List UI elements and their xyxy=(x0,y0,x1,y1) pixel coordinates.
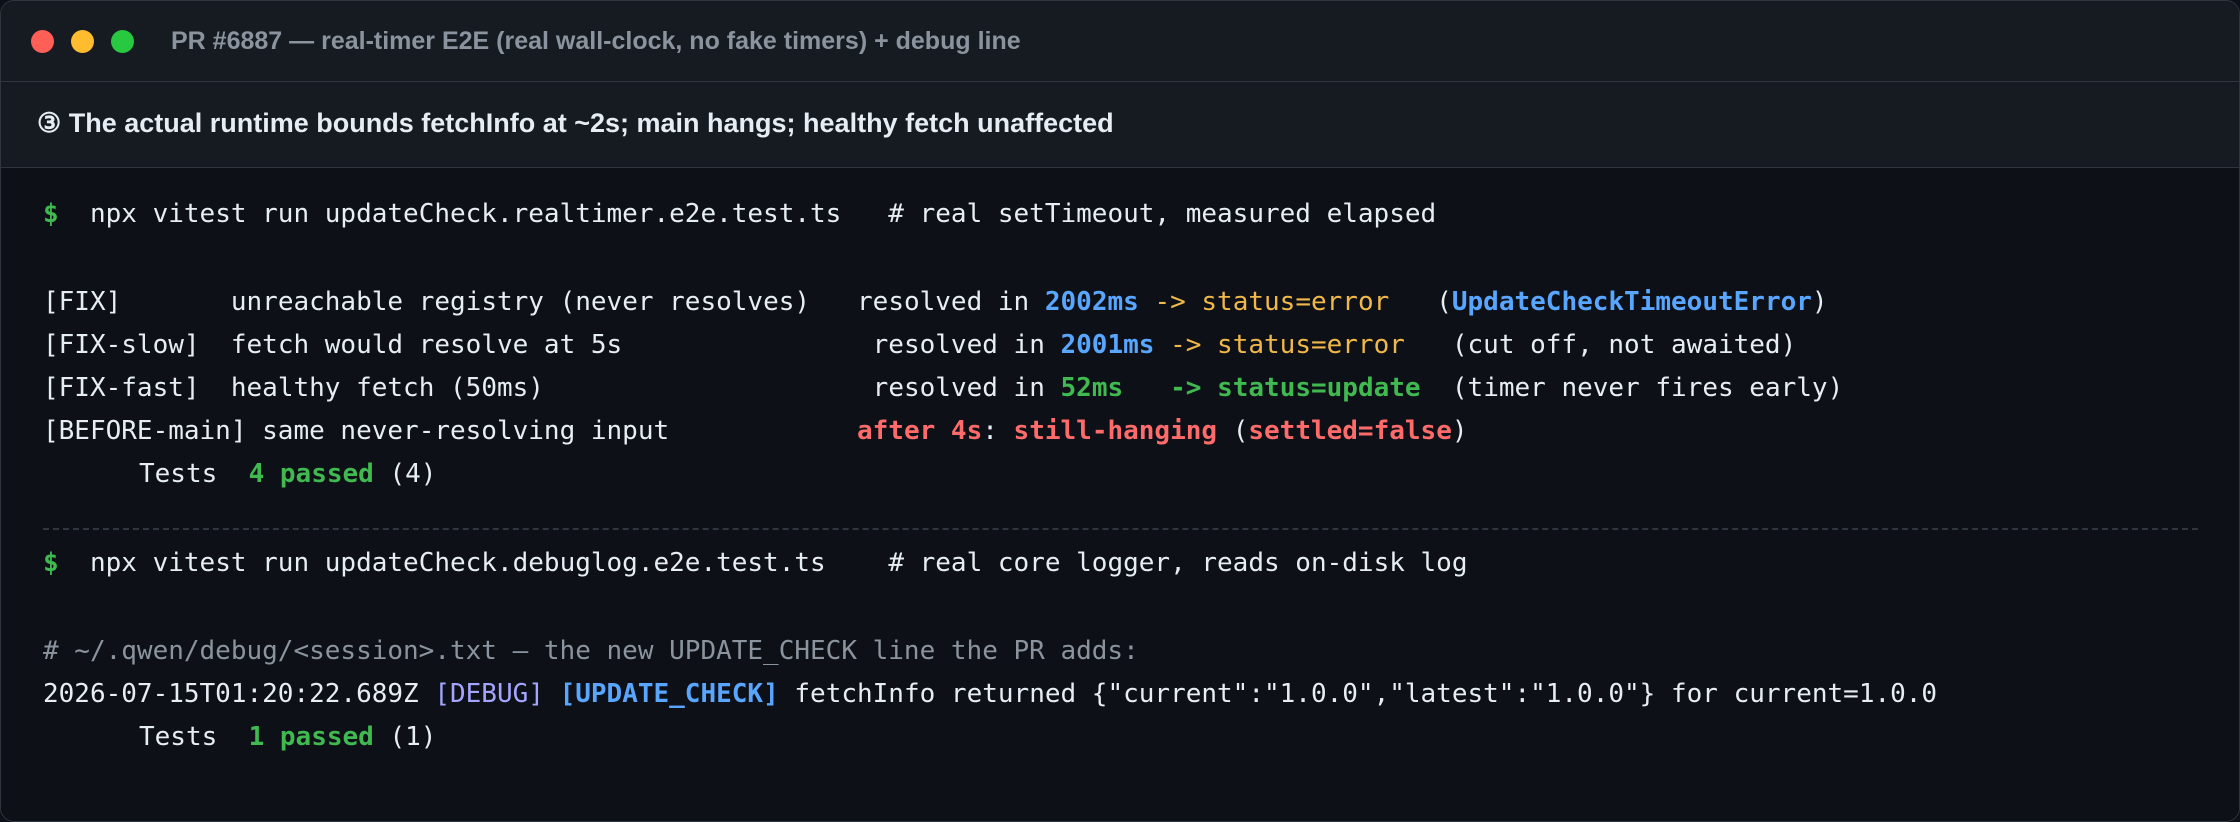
resolved-label: resolved in xyxy=(872,330,1045,360)
row-tag: [FIX-slow] xyxy=(43,330,200,360)
row-description: unreachable registry (never resolves) xyxy=(230,287,811,317)
paren-close: ) xyxy=(1811,287,1828,317)
section-divider xyxy=(43,528,2198,530)
debug-log-line: 2026-07-15T01:20:22.689Z [DEBUG] [UPDATE… xyxy=(43,676,1937,712)
arrow: -> xyxy=(1154,287,1186,317)
tests-passed: 4 passed xyxy=(248,459,374,489)
log-tag: [UPDATE_CHECK] xyxy=(559,679,779,709)
paren-close: ) xyxy=(1451,416,1468,446)
window-title: PR #6887 — real-timer E2E (real wall-clo… xyxy=(171,27,1021,55)
command-text: npx vitest run updateCheck.realtimer.e2e… xyxy=(89,199,842,229)
arrow: -> xyxy=(1170,373,1202,403)
maximize-window-button[interactable] xyxy=(111,30,134,53)
status-value: status=error xyxy=(1201,287,1390,317)
hanging-state: still-hanging xyxy=(1013,416,1218,446)
tests-summary-realtimer: Tests 4 passed (4) xyxy=(43,456,436,492)
colon: : xyxy=(982,416,998,446)
row-tag: [FIX-fast] xyxy=(43,373,200,403)
log-level: [DEBUG] xyxy=(434,679,544,709)
command-line-debuglog: $ npx vitest run updateCheck.debuglog.e2… xyxy=(43,545,1468,581)
log-path-comment: # ~/.qwen/debug/<session>.txt — the new … xyxy=(43,636,1139,666)
result-row-fix-fast: [FIX-fast] healthy fetch (50ms) resolved… xyxy=(43,370,1843,406)
tests-total: (1) xyxy=(389,722,437,752)
status-value: status=error xyxy=(1217,330,1405,360)
error-class: UpdateCheckTimeoutError xyxy=(1451,287,1812,317)
terminal-output[interactable]: $ npx vitest run updateCheck.realtimer.e… xyxy=(1,168,2239,821)
prompt-symbol: $ xyxy=(43,548,59,578)
row-description: fetch would resolve at 5s xyxy=(230,330,623,360)
section-caption: ③ The actual runtime bounds fetchInfo at… xyxy=(37,108,1114,138)
close-window-button[interactable] xyxy=(31,30,54,53)
elapsed-ms: 52ms xyxy=(1060,373,1124,403)
resolved-label: resolved in xyxy=(872,373,1045,403)
row-note: (timer never fires early) xyxy=(1451,373,1844,403)
log-timestamp: 2026-07-15T01:20:22.689Z xyxy=(43,679,419,709)
row-tag: [BEFORE-main] xyxy=(43,416,247,446)
elapsed-ms: 2001ms xyxy=(1060,330,1155,360)
command-text: npx vitest run updateCheck.debuglog.e2e.… xyxy=(89,548,826,578)
row-note: (cut off, not awaited) xyxy=(1451,330,1797,360)
after-label: after 4s xyxy=(857,416,983,446)
command-line-realtimer: $ npx vitest run updateCheck.realtimer.e… xyxy=(43,196,1436,232)
log-message: fetchInfo returned {"current":"1.0.0","l… xyxy=(794,679,1938,709)
status-value: status=update xyxy=(1217,373,1421,403)
terminal-window: PR #6887 — real-timer E2E (real wall-clo… xyxy=(0,0,2240,822)
tests-total: (4) xyxy=(389,459,437,489)
command-comment: # real setTimeout, measured elapsed xyxy=(888,199,1437,229)
result-row-fix-slow: [FIX-slow] fetch would resolve at 5s res… xyxy=(43,327,1796,363)
tests-passed: 1 passed xyxy=(248,722,374,752)
result-row-fix: [FIX] unreachable registry (never resolv… xyxy=(43,284,1828,320)
command-comment: # real core logger, reads on-disk log xyxy=(888,548,1468,578)
prompt-symbol: $ xyxy=(43,199,59,229)
row-description: same never-resolving input xyxy=(262,416,670,446)
row-description: healthy fetch (50ms) xyxy=(230,373,544,403)
result-row-before-main: [BEFORE-main] same never-resolving input… xyxy=(43,413,1468,449)
settled-value: settled=false xyxy=(1248,416,1452,446)
paren-open: ( xyxy=(1232,416,1249,446)
tests-summary-debuglog: Tests 1 passed (1) xyxy=(43,719,436,755)
tests-label: Tests xyxy=(139,459,218,489)
minimize-window-button[interactable] xyxy=(71,30,94,53)
arrow: -> xyxy=(1170,330,1202,360)
title-bar: PR #6887 — real-timer E2E (real wall-clo… xyxy=(1,1,2239,82)
caption-bar: ③ The actual runtime bounds fetchInfo at… xyxy=(1,82,2239,168)
resolved-label: resolved in xyxy=(857,287,1030,317)
row-tag: [FIX] xyxy=(43,287,122,317)
paren-open: ( xyxy=(1436,287,1452,317)
elapsed-ms: 2002ms xyxy=(1044,287,1139,317)
tests-label: Tests xyxy=(139,722,218,752)
